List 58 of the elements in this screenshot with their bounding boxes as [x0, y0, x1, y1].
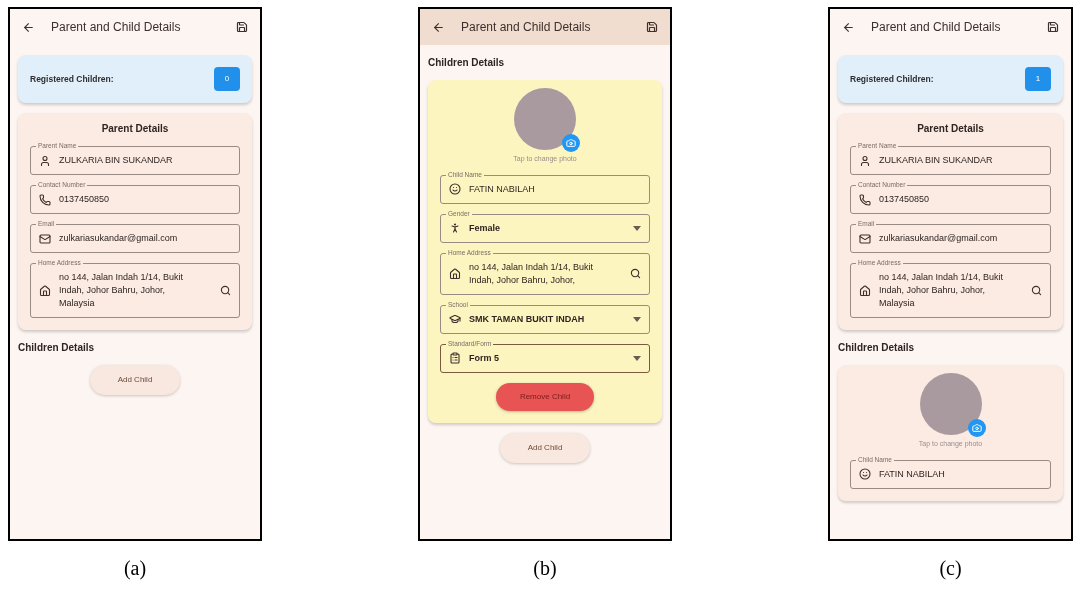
field-value: zulkariasukandar@gmail.com — [59, 232, 179, 245]
field-value: Form 5 — [469, 351, 500, 365]
count-badge: 0 — [214, 67, 240, 91]
field-value: ZULKARIA BIN SUKANDAR — [879, 154, 994, 167]
camera-badge-icon[interactable] — [562, 134, 580, 152]
dropdown-caret-icon — [633, 225, 641, 231]
phone-icon — [39, 193, 51, 206]
field-value: Female — [469, 221, 502, 235]
phone-icon — [859, 193, 871, 206]
section-heading: Children Details — [427, 56, 506, 70]
save-icon[interactable] — [646, 21, 658, 33]
graduation-cap-icon — [449, 313, 461, 325]
figure-caption: (a) — [123, 556, 147, 582]
house-icon — [449, 267, 461, 280]
house-icon — [39, 284, 51, 297]
envelope-icon — [39, 232, 51, 245]
card-heading: Parent Details — [101, 122, 169, 136]
smiley-face-icon — [859, 468, 871, 480]
field-value: ZULKARIA BIN SUKANDAR — [59, 154, 174, 167]
field-value: no 144, Jalan Indah 1/14, Bukit Indah, Johor Bahru, Johor, — [469, 260, 595, 287]
smiley-face-icon — [449, 183, 461, 195]
field-value: 0137450850 — [879, 193, 931, 206]
save-icon[interactable] — [236, 21, 248, 33]
registered-children-label: Registered Children: — [30, 72, 114, 86]
registered-children-label: Registered Children: — [850, 72, 934, 86]
house-icon — [859, 284, 871, 297]
search-icon — [220, 285, 231, 296]
envelope-icon — [859, 232, 871, 245]
back-arrow-icon[interactable] — [432, 20, 445, 34]
section-heading: Children Details — [837, 341, 916, 355]
field-value: 0137450850 — [59, 193, 111, 206]
search-icon — [630, 268, 641, 279]
field-value: zulkariasukandar@gmail.com — [879, 232, 999, 245]
back-arrow-icon[interactable] — [842, 20, 855, 34]
app-bar-title: Parent and Child Details — [871, 19, 1002, 36]
add-child-button[interactable]: Add Child — [499, 432, 591, 463]
figure-caption: (b) — [533, 556, 557, 581]
count-badge: 1 — [1025, 67, 1051, 91]
person-icon — [859, 154, 871, 167]
field-value: no 144, Jalan Indah 1/14, Bukit Indah, Johor Bahru, Johor, Malaysia — [879, 271, 1005, 310]
dropdown-caret-icon — [633, 316, 641, 322]
figure-caption: (c) — [939, 556, 962, 582]
card-heading: Parent Details — [917, 122, 984, 136]
person-icon — [39, 154, 51, 167]
search-icon — [1031, 285, 1042, 296]
standing-person-icon — [449, 222, 461, 234]
field-value: FATIN NABILAH — [879, 467, 946, 481]
section-heading: Children Details — [17, 341, 96, 355]
field-value: SMK TAMAN BUKIT INDAH — [469, 312, 586, 326]
clipboard-icon — [449, 352, 461, 364]
app-bar-title: Parent and Child Details — [51, 19, 182, 36]
add-child-button[interactable]: Add Child — [89, 365, 181, 395]
app-bar-title: Parent and Child Details — [461, 19, 592, 36]
field-value: no 144, Jalan Indah 1/14, Bukit Indah, Johor Bahru, Johor, Malaysia — [59, 271, 185, 310]
back-arrow-icon[interactable] — [22, 20, 35, 34]
field-value: FATIN NABILAH — [469, 182, 536, 196]
save-icon[interactable] — [1047, 21, 1059, 33]
dropdown-caret-icon — [633, 355, 641, 361]
